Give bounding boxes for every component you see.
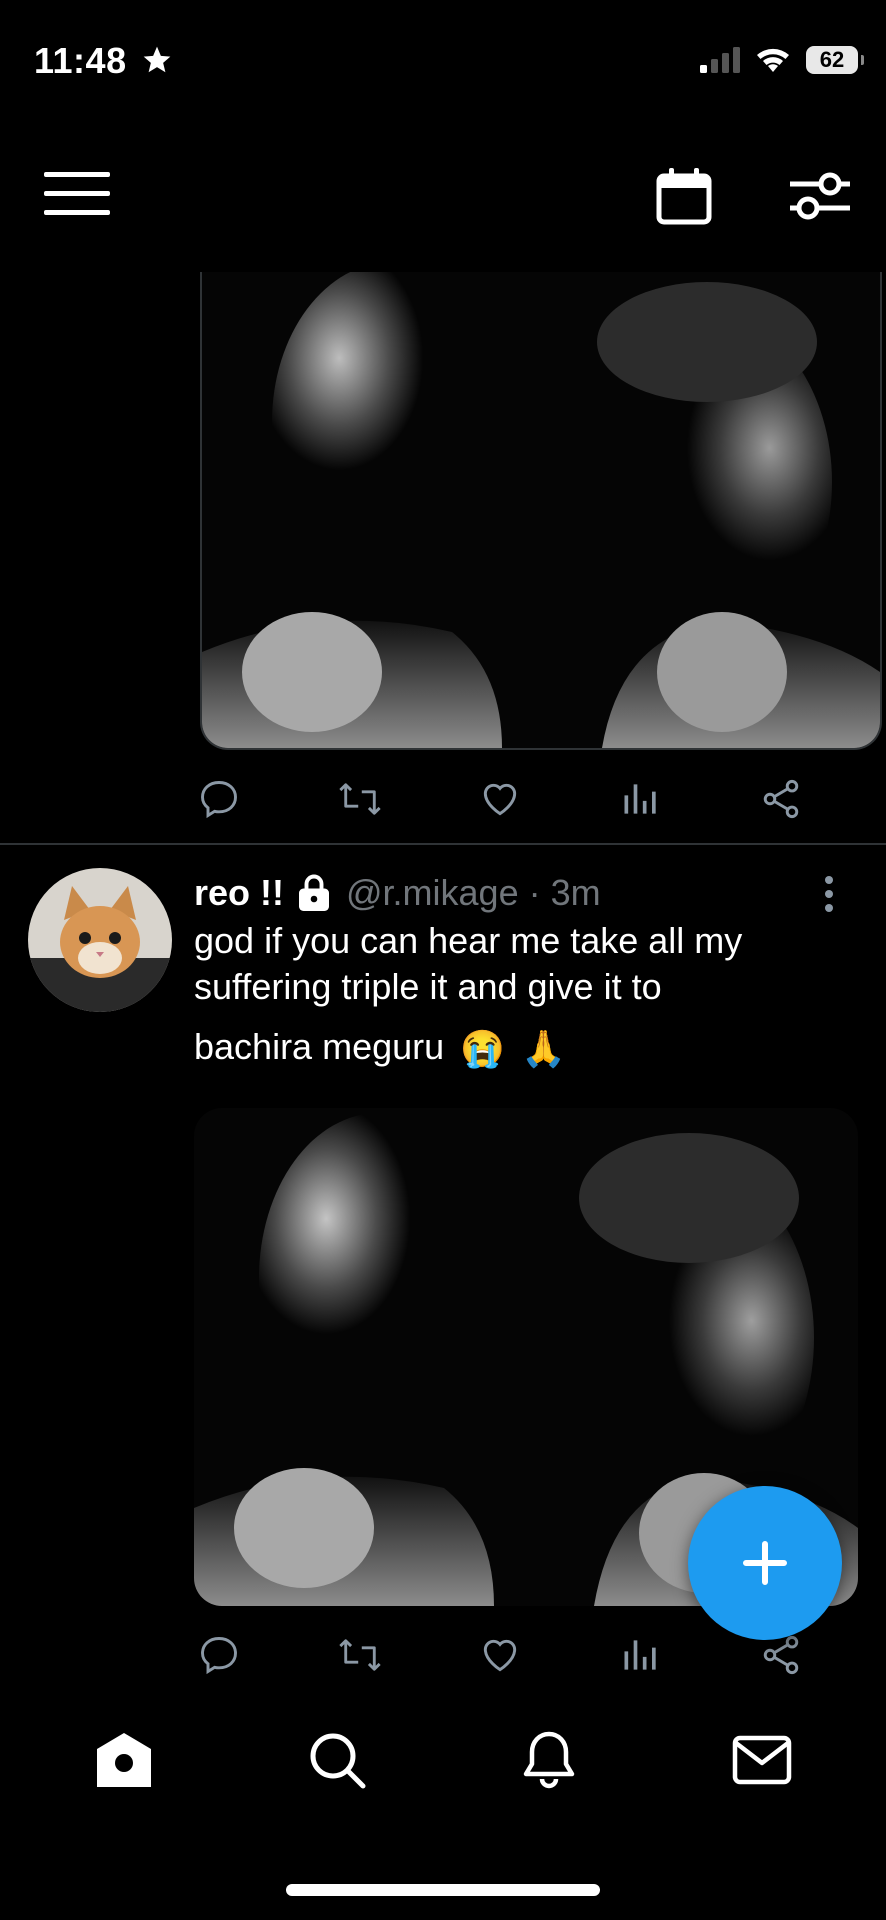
loudly-crying-emoji: 😭 — [460, 1028, 505, 1070]
speech-bubble-icon — [201, 1637, 237, 1675]
tweet-header: reo !! @r.mikage · 3m — [194, 872, 601, 914]
home-icon — [97, 1733, 152, 1787]
tweet-text-line: bachira meguru — [194, 1026, 445, 1067]
reply-button[interactable] — [190, 770, 248, 828]
wifi-icon — [757, 48, 789, 72]
envelope-icon — [732, 1735, 791, 1785]
tweet-media-image[interactable] — [200, 272, 882, 750]
cellular-signal-icon — [700, 47, 740, 73]
home-indicator — [286, 1884, 600, 1896]
status-indicators: 62 — [700, 46, 864, 74]
views-button[interactable] — [612, 1626, 670, 1684]
retweet-button[interactable] — [331, 1626, 389, 1684]
tweet-actions — [190, 770, 810, 828]
plus-icon — [743, 1541, 787, 1585]
views-button[interactable] — [612, 770, 670, 828]
like-button[interactable] — [471, 770, 529, 828]
retweet-icon — [338, 783, 381, 815]
sliders-icon — [790, 172, 850, 220]
share-icon — [763, 779, 799, 819]
share-button[interactable] — [752, 770, 810, 828]
nav-search[interactable] — [302, 1725, 372, 1795]
bar-chart-icon — [624, 1640, 656, 1670]
user-handle[interactable]: @r.mikage — [346, 872, 519, 914]
retweet-button[interactable] — [331, 770, 389, 828]
menu-button[interactable] — [44, 172, 110, 216]
calendar-icon — [656, 168, 712, 225]
bell-icon — [524, 1731, 575, 1789]
tweet-timestamp[interactable]: 3m — [551, 872, 601, 914]
speech-bubble-icon — [201, 781, 237, 819]
bottom-navigation — [0, 1720, 886, 1800]
battery-indicator: 62 — [806, 46, 864, 74]
battery-level: 62 — [819, 47, 845, 72]
tweet-divider — [0, 843, 886, 845]
retweet-icon — [338, 1639, 381, 1671]
status-time: 11:48 — [34, 40, 173, 82]
lock-icon — [299, 874, 329, 911]
tweet-text: god if you can hear me take all my suffe… — [194, 918, 854, 1072]
display-name[interactable]: reo !! — [194, 872, 284, 914]
star-icon — [143, 46, 171, 73]
filter-button[interactable] — [788, 168, 850, 224]
search-icon — [310, 1733, 366, 1789]
calendar-button[interactable] — [656, 166, 712, 226]
reply-button[interactable] — [190, 1626, 248, 1684]
separator-dot: · — [528, 872, 541, 913]
avatar[interactable] — [28, 868, 172, 1012]
more-vertical-icon — [825, 876, 833, 912]
heart-icon — [483, 1639, 517, 1672]
tweet-actions — [190, 1626, 810, 1684]
like-button[interactable] — [471, 1626, 529, 1684]
compose-tweet-button[interactable] — [688, 1486, 842, 1640]
nav-notifications[interactable] — [514, 1725, 584, 1795]
folded-hands-emoji: 🙏 — [521, 1028, 566, 1070]
heart-icon — [483, 783, 517, 816]
tweet-text-line: suffering triple it and give it to — [194, 966, 662, 1007]
nav-home[interactable] — [89, 1725, 159, 1795]
more-options-button[interactable] — [816, 872, 842, 916]
nav-messages[interactable] — [727, 1725, 797, 1795]
tweet-text-line: god if you can hear me take all my — [194, 920, 743, 961]
bar-chart-icon — [624, 784, 656, 814]
